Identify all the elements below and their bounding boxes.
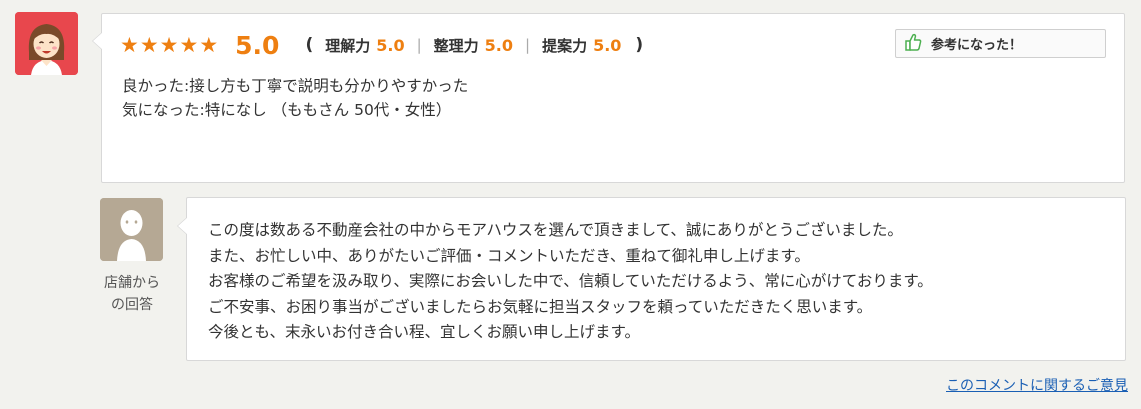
review-card: ★ ★ ★ ★ ★ 5.0 ( 理解力 5.0 | 整理力 5.0 | 提案力 … — [92, 13, 1125, 183]
paren-open: ( — [305, 35, 314, 55]
sub-score-value-proposal: 5.0 — [593, 35, 622, 55]
store-reply-caption: 店舗から の回答 — [96, 272, 168, 316]
comment-feedback-link[interactable]: このコメントに関するご意見 — [946, 375, 1128, 395]
sub-score-value-organizing: 5.0 — [484, 35, 513, 55]
reply-line: ご不安事、お困り事当がございましたらお気軽に担当スタッフを頼っていただきたく思い… — [208, 297, 873, 316]
store-caption-line: の回答 — [111, 297, 153, 313]
star-icon: ★ — [159, 32, 179, 57]
helpful-button-label: 参考になった！ — [931, 38, 1023, 53]
reply-line: この度は数ある不動産会社の中からモアハウスを選んで頂きまして、誠にありがとうござ… — [208, 221, 903, 239]
sub-score-label-understanding: 理解力 — [325, 36, 371, 55]
helpful-button[interactable]: 参考になった！ — [895, 29, 1106, 58]
reply-line: 今後とも、末永いお付き合い程、宜しくお願い申し上げます。 — [208, 323, 640, 341]
star-rating: ★ ★ ★ ★ ★ — [120, 32, 219, 57]
star-icon: ★ — [120, 32, 139, 57]
review-text: 良かった:接し方も丁寧で説明も分かりやすかった 気になった:特になし （ももさん… — [122, 74, 468, 122]
review-good-points: 良かった:接し方も丁寧で説明も分かりやすかった — [122, 77, 469, 95]
store-reply-text: この度は数ある不動産会社の中からモアハウスを選んで頂きまして、誠にありがとうござ… — [208, 218, 933, 346]
separator: | — [525, 36, 531, 54]
star-icon: ★ — [139, 32, 159, 57]
sub-score-value-understanding: 5.0 — [376, 35, 405, 55]
user-avatar-icon — [15, 12, 78, 75]
rating-row: ★ ★ ★ ★ ★ 5.0 ( 理解力 5.0 | 整理力 5.0 | 提案力 … — [120, 30, 643, 60]
sub-score-label-proposal: 提案力 — [542, 36, 588, 55]
reply-line: お客様のご希望を汲み取り、実際にお会いした中で、信頼していただけるよう、常に心が… — [208, 272, 933, 290]
store-staff-avatar-icon — [100, 198, 163, 261]
store-caption-line: 店舗から — [104, 275, 160, 291]
separator: | — [416, 36, 422, 54]
reply-line: また、お忙しい中、ありがたいご評価・コメントいただき、重ねて御礼申し上げます。 — [208, 246, 810, 265]
paren-close: ) — [635, 35, 644, 55]
overall-score: 5.0 — [235, 30, 280, 60]
star-icon: ★ — [179, 32, 199, 57]
review-concerns-and-author: 気になった:特になし （ももさん 50代・女性） — [122, 101, 452, 119]
store-reply-card: この度は数ある不動産会社の中からモアハウスを選んで頂きまして、誠にありがとうござ… — [177, 197, 1126, 361]
thumbs-up-hand-icon — [903, 32, 923, 56]
star-icon: ★ — [199, 32, 219, 57]
sub-score-label-organizing: 整理力 — [433, 36, 479, 55]
